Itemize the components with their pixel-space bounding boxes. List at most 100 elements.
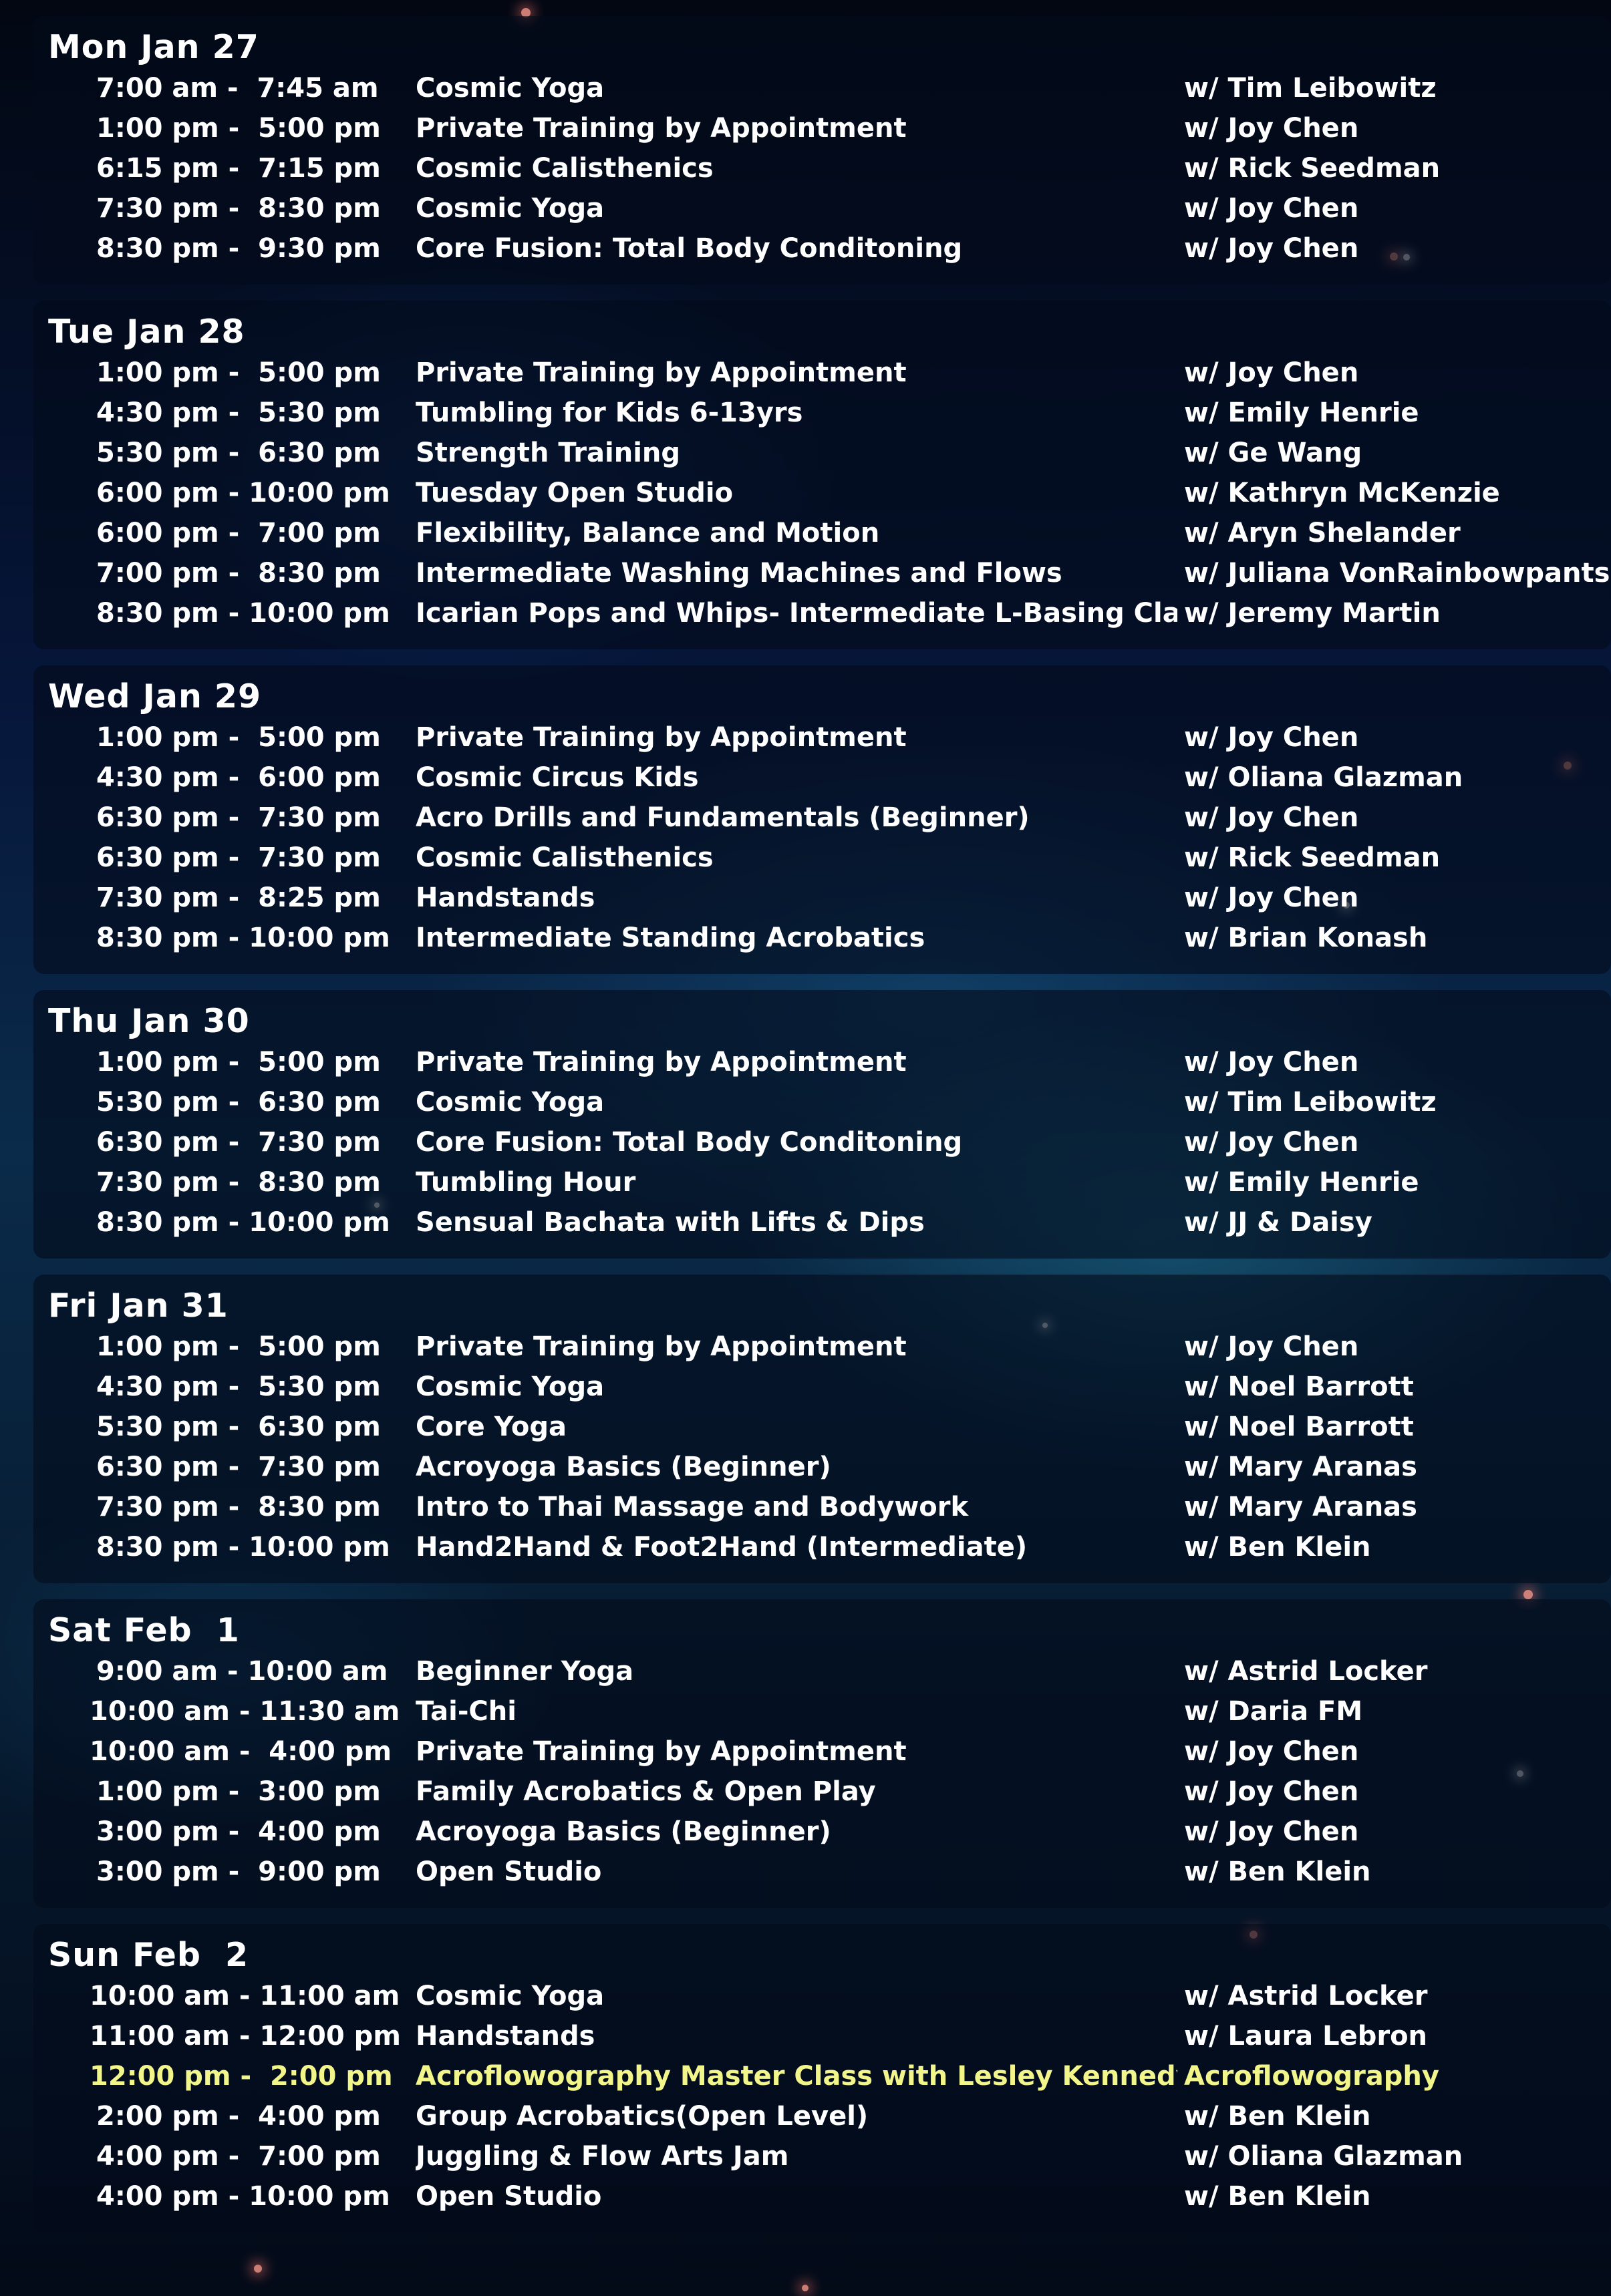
schedule-row: 7:30 pm - 8:30 pm Tumbling Hour w/ Emily H… (48, 1162, 1611, 1202)
time-range: 3:00 pm - 4:00 pm (96, 1816, 381, 1847)
class-name: Handstands (416, 882, 595, 913)
schedule-row: 8:30 pm - 10:00 pm Sensual Bachata with L… (48, 1202, 1611, 1243)
time-range: 5:30 pm - 6:30 pm (96, 1087, 381, 1118)
schedule-row: 7:30 pm - 8:30 pm Cosmic Yoga w/ Joy Chen (48, 188, 1611, 228)
class-name: Open Studio (416, 1856, 602, 1887)
class-name: Private Training by Appointment (416, 1736, 907, 1767)
class-name: Beginner Yoga (416, 1656, 634, 1687)
instructor: w/ Jeremy Martin (1184, 598, 1441, 629)
time-range: 8:30 pm - 9:30 pm (96, 233, 381, 264)
time-range: 2:00 pm - 4:00 pm (96, 2101, 381, 2132)
class-name: Hand2Hand & Foot2Hand (Intermediate) (416, 1532, 1028, 1563)
schedule-row: 8:30 pm - 10:00 pm Icarian Pops and Whips… (48, 593, 1611, 633)
class-name: Acroyoga Basics (Beginner) (416, 1816, 831, 1847)
class-name: Cosmic Yoga (416, 1087, 605, 1118)
class-name: Cosmic Calisthenics (416, 842, 714, 873)
instructor: w/ Rick Seedman (1184, 153, 1441, 184)
schedule-row: 6:00 pm - 10:00 pm Tuesday Open Studio w/ … (48, 473, 1611, 513)
instructor: w/ Oliana Glazman (1184, 762, 1463, 793)
class-name: Flexibility, Balance and Motion (416, 518, 880, 548)
time-range: 7:30 pm - 8:30 pm (96, 193, 381, 224)
time-range: 7:30 pm - 8:25 pm (96, 882, 381, 913)
class-name: Handstands (416, 2021, 595, 2052)
schedule-row-highlighted: 12:00 pm - 2:00 pm Acroflowography Master… (48, 2056, 1611, 2096)
time-range: 8:30 pm - 10:00 pm (96, 1207, 390, 1238)
day-title: Sun Feb 2 (48, 1936, 249, 1974)
class-name: Cosmic Calisthenics (416, 153, 714, 184)
instructor: w/ Joy Chen (1184, 193, 1359, 224)
star-decoration (254, 2265, 262, 2273)
instructor: w/ Joy Chen (1184, 1331, 1359, 1362)
class-name: Core Fusion: Total Body Conditoning (416, 233, 963, 264)
instructor: w/ Joy Chen (1184, 357, 1359, 388)
instructor: w/ Joy Chen (1184, 1047, 1359, 1078)
time-range: 6:30 pm - 7:30 pm (96, 1452, 381, 1482)
class-name: Core Fusion: Total Body Conditoning (416, 1127, 963, 1158)
instructor: w/ Daria FM (1184, 1696, 1363, 1727)
time-range: 1:00 pm - 5:00 pm (96, 722, 381, 753)
time-range: 1:00 pm - 5:00 pm (96, 113, 381, 144)
instructor: w/ Joy Chen (1184, 802, 1359, 833)
instructor: w/ Tim Leibowitz (1184, 73, 1437, 104)
instructor: w/ JJ & Daisy (1184, 1207, 1372, 1238)
time-range: 8:30 pm - 10:00 pm (96, 1532, 390, 1563)
time-range: 9:00 am - 10:00 am (96, 1656, 388, 1687)
time-range: 7:30 pm - 8:30 pm (96, 1492, 381, 1522)
day-section-thu: Thu Jan 30 1:00 pm - 5:00 pm Private Trai… (33, 990, 1611, 1259)
day-section-fri: Fri Jan 31 1:00 pm - 5:00 pm Private Trai… (33, 1275, 1611, 1583)
instructor: Acroflowography (1184, 2061, 1439, 2092)
schedule-row: 7:30 pm - 8:30 pm Intro to Thai Massage a… (48, 1487, 1611, 1527)
class-name: Intro to Thai Massage and Bodywork (416, 1492, 969, 1522)
time-range: 3:00 pm - 9:00 pm (96, 1856, 381, 1887)
schedule-row: 6:15 pm - 7:15 pm Cosmic Calisthenics w/ R… (48, 148, 1611, 188)
class-name: Private Training by Appointment (416, 113, 907, 144)
weekly-schedule: Mon Jan 27 7:00 am - 7:45 am Cosmic Yoga w… (33, 16, 1611, 2233)
class-name: Tumbling Hour (416, 1167, 636, 1198)
day-title: Mon Jan 27 (48, 28, 259, 66)
instructor: w/ Joy Chen (1184, 882, 1359, 913)
time-range: 4:30 pm - 6:00 pm (96, 762, 381, 793)
schedule-row: 1:00 pm - 5:00 pm Private Training by App… (48, 353, 1611, 393)
class-name: Sensual Bachata with Lifts & Dips (416, 1207, 925, 1238)
schedule-row: 6:30 pm - 7:30 pm Acroyoga Basics (Beginn… (48, 1447, 1611, 1487)
schedule-row: 8:30 pm - 9:30 pm Core Fusion: Total Body… (48, 228, 1611, 269)
time-range: 10:00 am - 11:00 am (90, 1981, 400, 2011)
time-range: 1:00 pm - 5:00 pm (96, 1331, 381, 1362)
class-name: Juggling & Flow Arts Jam (416, 2141, 789, 2172)
time-range: 1:00 pm - 5:00 pm (96, 357, 381, 388)
time-range: 4:30 pm - 5:30 pm (96, 1371, 381, 1402)
schedule-row: 4:30 pm - 6:00 pm Cosmic Circus Kids w/ Ol… (48, 758, 1611, 798)
class-name: Family Acrobatics & Open Play (416, 1776, 876, 1807)
schedule-row: 8:30 pm - 10:00 pm Intermediate Standing … (48, 918, 1611, 958)
time-range: 5:30 pm - 6:30 pm (96, 438, 381, 468)
time-range: 11:00 am - 12:00 pm (90, 2021, 401, 2052)
instructor: w/ Joy Chen (1184, 113, 1359, 144)
schedule-row: 7:00 am - 7:45 am Cosmic Yoga w/ Tim Leibo… (48, 68, 1611, 108)
instructor: w/ Ben Klein (1184, 1532, 1371, 1563)
time-range: 8:30 pm - 10:00 pm (96, 923, 390, 953)
class-name: Tumbling for Kids 6-13yrs (416, 397, 803, 428)
class-name: Group Acrobatics(Open Level) (416, 2101, 869, 2132)
schedule-row: 4:00 pm - 7:00 pm Juggling & Flow Arts Ja… (48, 2136, 1611, 2176)
schedule-row: 4:30 pm - 5:30 pm Tumbling for Kids 6-13y… (48, 393, 1611, 433)
time-range: 6:30 pm - 7:30 pm (96, 842, 381, 873)
class-name: Strength Training (416, 438, 681, 468)
schedule-row: 3:00 pm - 4:00 pm Acroyoga Basics (Beginn… (48, 1812, 1611, 1852)
class-name: Private Training by Appointment (416, 357, 907, 388)
day-section-tue: Tue Jan 28 1:00 pm - 5:00 pm Private Trai… (33, 301, 1611, 649)
instructor: w/ Ge Wang (1184, 438, 1362, 468)
schedule-row: 5:30 pm - 6:30 pm Strength Training w/ Ge … (48, 433, 1611, 473)
instructor: w/ Joy Chen (1184, 722, 1359, 753)
schedule-row: 1:00 pm - 5:00 pm Private Training by App… (48, 1042, 1611, 1082)
class-name: Cosmic Yoga (416, 73, 605, 104)
class-name: Cosmic Yoga (416, 1981, 605, 2011)
class-name: Tuesday Open Studio (416, 478, 734, 508)
schedule-row: 6:30 pm - 7:30 pm Cosmic Calisthenics w/ R… (48, 838, 1611, 878)
instructor: w/ Emily Henrie (1184, 1167, 1419, 1198)
instructor: w/ Emily Henrie (1184, 397, 1419, 428)
time-range: 6:15 pm - 7:15 pm (96, 153, 381, 184)
time-range: 6:30 pm - 7:30 pm (96, 802, 381, 833)
schedule-row: 10:00 am - 11:00 am Cosmic Yoga w/ Astrid … (48, 1976, 1611, 2016)
day-section-sat: Sat Feb 1 9:00 am - 10:00 am Beginner Yog… (33, 1599, 1611, 1908)
instructor: w/ Joy Chen (1184, 1127, 1359, 1158)
